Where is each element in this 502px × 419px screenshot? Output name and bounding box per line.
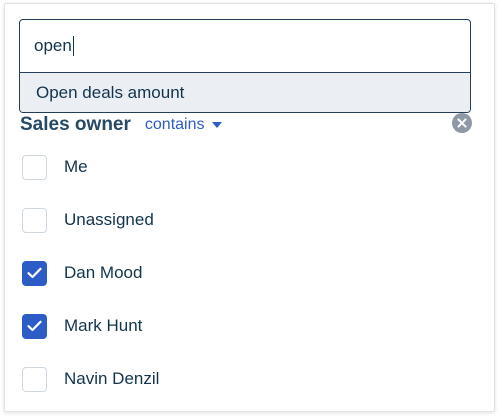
clear-filter-icon[interactable] [452,113,472,133]
checkmark-icon [27,320,42,332]
search-input[interactable]: open [20,20,470,72]
checkbox[interactable] [22,260,47,286]
operator-label: contains [144,116,205,133]
option-label: Mark Hunt [64,316,143,335]
suggestion-label: Open deals amount [36,83,185,102]
text-cursor [72,36,74,56]
option-label: Unassigned [64,210,154,229]
filter-header: Sales owner contains [20,109,223,141]
checkmark-icon [27,267,42,279]
checkbox[interactable] [22,366,47,392]
checkbox[interactable] [22,154,47,180]
option-navin-denzil[interactable]: Navin Denzil [22,364,159,394]
operator-dropdown[interactable]: contains [145,116,223,134]
filter-title: Sales owner [20,114,131,135]
search-input-value: open [34,36,72,55]
option-label: Navin Denzil [64,369,160,388]
suggestion-item[interactable]: Open deals amount [20,72,470,112]
option-mark-hunt[interactable]: Mark Hunt [22,311,142,341]
option-unassigned[interactable]: Unassigned [22,205,154,235]
checkbox[interactable] [22,313,47,339]
option-label: Dan Mood [64,263,143,282]
option-label: Me [64,157,88,176]
option-me[interactable]: Me [22,152,88,182]
caret-down-icon [212,122,223,128]
checkbox[interactable] [22,207,47,233]
option-dan-mood[interactable]: Dan Mood [22,258,142,288]
search-combobox: open Open deals amount [19,19,471,113]
